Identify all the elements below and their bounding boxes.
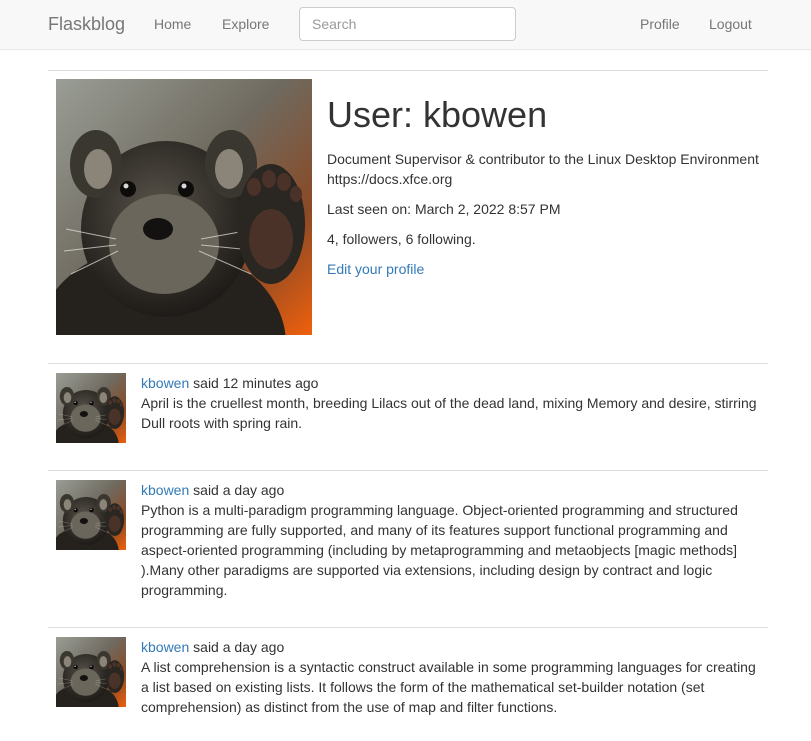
divider — [48, 70, 768, 71]
post-meta: said 12 minutes ago — [189, 375, 319, 391]
post-avatar[interactable] — [56, 480, 126, 550]
post-meta: said a day ago — [189, 639, 285, 655]
about-me: Document Supervisor & contributor to the… — [327, 151, 759, 187]
search-input[interactable] — [299, 7, 516, 41]
nav-logout-link[interactable]: Logout — [709, 15, 752, 33]
post-avatar[interactable] — [56, 373, 126, 443]
post-text: Python is a multi-paradigm programming l… — [141, 502, 738, 598]
edit-profile-link[interactable]: Edit your profile — [327, 259, 424, 279]
post-content: kbowen said a day ago Python is a multi-… — [141, 480, 763, 600]
binturong-avatar-icon — [56, 637, 126, 707]
binturong-photo-icon — [56, 79, 312, 335]
binturong-avatar-icon — [56, 373, 126, 443]
post-item: kbowen said a day ago Python is a multi-… — [48, 470, 768, 627]
follow-counts: 4, followers, 6 following. — [327, 231, 476, 247]
post-meta: said a day ago — [189, 482, 285, 498]
post-item: kbowen said a day ago A list comprehensi… — [48, 627, 768, 741]
post-author-link[interactable]: kbowen — [141, 639, 189, 655]
last-seen: Last seen on: March 2, 2022 8:57 PM — [327, 201, 561, 217]
post-avatar[interactable] — [56, 637, 126, 707]
nav-home-link[interactable]: Home — [154, 15, 191, 33]
page-title: User: kbowen — [327, 94, 548, 135]
post-content: kbowen said a day ago A list comprehensi… — [141, 637, 763, 717]
navbar: Flaskblog Home Explore Profile Logout — [0, 0, 811, 50]
post-text: A list comprehension is a syntactic cons… — [141, 659, 756, 715]
nav-profile-link[interactable]: Profile — [640, 15, 680, 33]
post-item: kbowen said 12 minutes ago April is the … — [48, 363, 768, 470]
profile-avatar — [56, 79, 312, 335]
brand-link[interactable]: Flaskblog — [48, 13, 125, 35]
post-content: kbowen said 12 minutes ago April is the … — [141, 373, 763, 433]
nav-explore-link[interactable]: Explore — [222, 15, 269, 33]
post-text: April is the cruellest month, breeding L… — [141, 395, 757, 431]
post-author-link[interactable]: kbowen — [141, 482, 189, 498]
binturong-avatar-icon — [56, 480, 126, 550]
post-author-link[interactable]: kbowen — [141, 375, 189, 391]
